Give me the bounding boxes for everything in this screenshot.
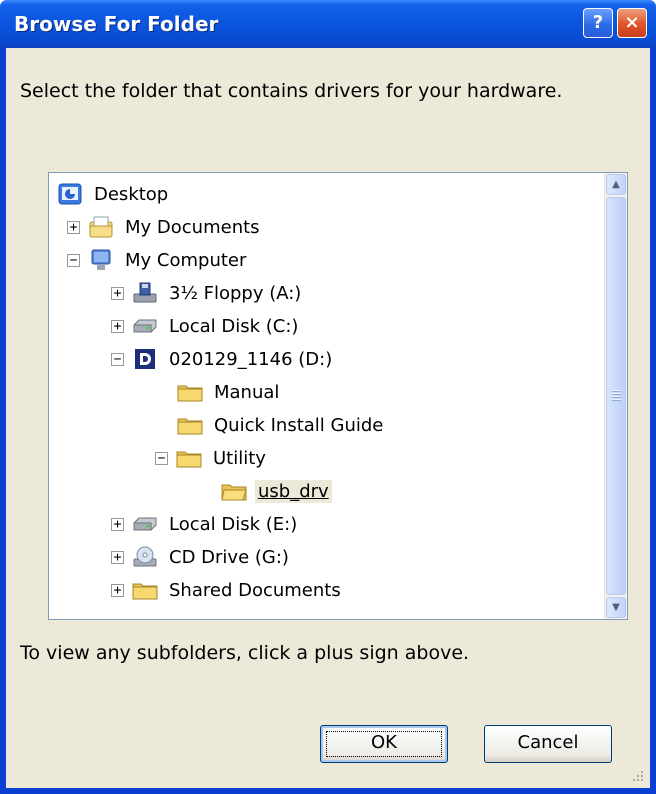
scroll-thumb[interactable] [606,197,626,595]
instruction-text: Select the folder that contains drivers … [20,80,563,102]
dialog-body: Select the folder that contains drivers … [6,48,650,788]
vertical-scrollbar[interactable]: ▲ ▼ [604,173,627,619]
hard-disk-icon [132,513,158,535]
collapse-button[interactable]: − [67,253,80,267]
close-button[interactable]: × [617,8,647,38]
tree-item-label: CD Drive (G:) [169,546,289,568]
tree-item-cd-drive-g[interactable]: + CD Drive (G:) [111,541,292,573]
tree-item-label: 020129_1146 (D:) [169,348,333,370]
help-button[interactable]: ? [583,8,613,38]
title-bar[interactable]: Browse For Folder ? × [0,0,656,48]
tree-item-shared-documents[interactable]: + Shared Documents [111,574,344,606]
tree-item-local-disk-e[interactable]: + Local Disk (E:) [111,508,300,540]
tree-item-label: Utility [213,447,266,469]
hard-disk-icon [132,315,158,337]
scroll-up-button[interactable]: ▲ [606,174,626,195]
tree-item-usb-drv[interactable]: usb_drv [221,475,332,507]
folder-icon [132,579,158,601]
expand-button[interactable]: + [111,517,124,531]
tree-item-label-selected: usb_drv [255,479,332,503]
cd-drive-icon [132,546,158,568]
tree-item-label: Quick Install Guide [214,414,384,436]
folder-icon [176,447,202,469]
tree-item-label: Desktop [94,183,169,205]
tree-item-manual[interactable]: Manual [177,376,282,408]
tree-item-label: Local Disk (E:) [169,513,298,535]
expand-button[interactable]: + [111,583,124,597]
tree-item-utility[interactable]: − Utility [155,442,269,474]
my-computer-icon [88,249,114,271]
browse-for-folder-dialog: Browse For Folder ? × Select the folder … [0,0,656,794]
collapse-button[interactable]: − [155,451,168,465]
cancel-button[interactable]: Cancel [484,725,612,763]
ok-button[interactable]: OK [320,725,448,763]
d-link-drive-icon [132,348,158,370]
floppy-drive-icon [132,282,158,304]
dialog-title: Browse For Folder [14,12,219,36]
folder-icon [177,381,203,403]
tree-item-my-documents[interactable]: + My Documents [67,211,263,243]
tree-item-local-disk-c[interactable]: + Local Disk (C:) [111,310,301,342]
tree-item-drive-d[interactable]: − 020129_1146 (D:) [111,343,335,375]
focus-rectangle [326,731,442,757]
scroll-down-button[interactable]: ▼ [606,597,626,618]
collapse-button[interactable]: − [111,352,124,366]
desktop-icon [57,183,83,205]
scroll-grip [612,390,621,401]
tree-item-label: Local Disk (C:) [169,315,299,337]
tree-item-label: Shared Documents [169,579,341,601]
folder-tree[interactable]: Desktop + My Documents − My Computer + 3… [48,172,628,620]
tree-item-label: Manual [214,381,280,403]
tree-item-label: My Documents [125,216,260,238]
expand-button[interactable]: + [111,550,124,564]
folder-icon [177,414,203,436]
expand-button[interactable]: + [111,286,124,300]
folder-open-icon [221,480,247,502]
my-documents-icon [88,216,114,238]
tree-item-desktop[interactable]: Desktop [57,178,171,210]
expand-button[interactable]: + [111,319,124,333]
tree-item-floppy-a[interactable]: + 3½ Floppy (A:) [111,277,304,309]
resize-grip-icon[interactable] [632,770,644,782]
cancel-button-label: Cancel [517,732,579,753]
tree-item-label: My Computer [125,249,247,271]
tree-item-quick-install-guide[interactable]: Quick Install Guide [177,409,386,441]
tree-item-label: 3½ Floppy (A:) [169,282,302,304]
hint-text: To view any subfolders, click a plus sig… [20,642,470,664]
tree-item-my-computer[interactable]: − My Computer [67,244,249,276]
expand-button[interactable]: + [67,220,80,234]
